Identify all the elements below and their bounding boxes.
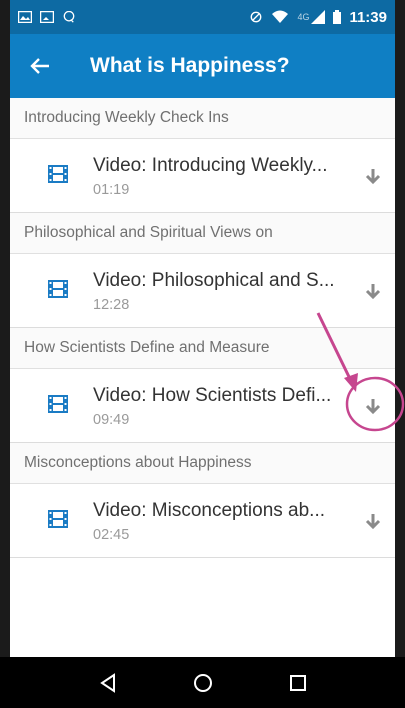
battery-icon bbox=[333, 10, 342, 24]
film-icon bbox=[48, 165, 68, 183]
video-title: Video: Misconceptions ab... bbox=[93, 500, 326, 521]
video-duration: 09:49 bbox=[93, 412, 130, 428]
list-item[interactable]: Video: Philosophical and S... 12:28 bbox=[10, 254, 395, 328]
status-time: 11:39 bbox=[349, 8, 387, 26]
network-label: 4G bbox=[297, 12, 310, 22]
section-header: How Scientists Define and Measure bbox=[10, 328, 395, 369]
list-item[interactable]: Video: Misconceptions ab... 02:45 bbox=[10, 484, 395, 558]
app-bar: What is Happiness? bbox=[10, 34, 395, 98]
nav-home-icon[interactable] bbox=[193, 673, 213, 693]
film-icon bbox=[48, 280, 68, 298]
video-title: Video: Introducing Weekly... bbox=[93, 155, 328, 176]
system-nav-bar bbox=[0, 657, 405, 708]
list-item[interactable]: Video: Introducing Weekly... 01:19 bbox=[10, 139, 395, 213]
nav-recents-icon[interactable] bbox=[288, 673, 308, 693]
chat-icon bbox=[63, 11, 75, 23]
download-icon[interactable] bbox=[362, 166, 384, 188]
video-title: Video: How Scientists Defi... bbox=[93, 385, 332, 406]
download-icon[interactable] bbox=[362, 281, 384, 303]
video-duration: 12:28 bbox=[93, 297, 130, 313]
image-icon bbox=[18, 11, 32, 23]
film-icon bbox=[48, 510, 68, 528]
section-header: Introducing Weekly Check Ins bbox=[10, 98, 395, 139]
section-header: Philosophical and Spiritual Views on bbox=[10, 213, 395, 254]
arrow-left-icon bbox=[30, 58, 49, 74]
section-header: Misconceptions about Happiness bbox=[10, 443, 395, 484]
download-icon[interactable] bbox=[362, 396, 384, 418]
back-button[interactable] bbox=[10, 34, 70, 98]
download-icon[interactable] bbox=[362, 511, 384, 533]
list-item[interactable]: Video: How Scientists Defi... 09:49 bbox=[10, 369, 395, 443]
video-duration: 02:45 bbox=[93, 527, 130, 543]
video-duration: 01:19 bbox=[93, 182, 130, 198]
wifi-icon bbox=[272, 10, 289, 23]
lesson-list: Introducing Weekly Check Ins Video: Intr… bbox=[10, 98, 395, 558]
nav-back-icon[interactable] bbox=[98, 672, 118, 693]
page-title: What is Happiness? bbox=[90, 54, 290, 77]
do-not-disturb-icon bbox=[251, 11, 262, 23]
film-icon bbox=[48, 395, 68, 413]
video-title: Video: Philosophical and S... bbox=[93, 270, 335, 291]
gallery-icon bbox=[40, 11, 54, 23]
signal-icon bbox=[311, 10, 326, 24]
status-bar: 4G 11:39 bbox=[10, 0, 395, 34]
